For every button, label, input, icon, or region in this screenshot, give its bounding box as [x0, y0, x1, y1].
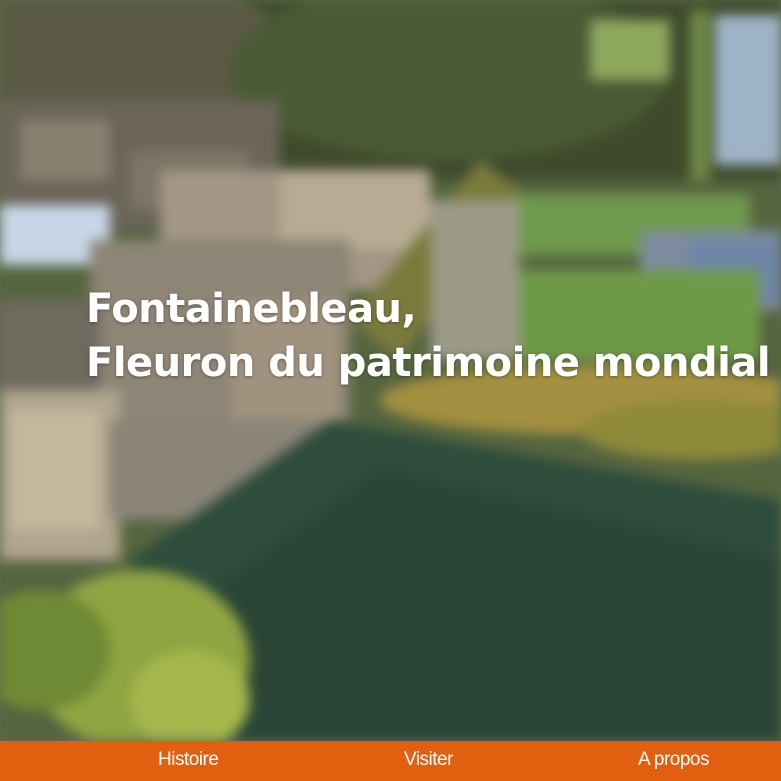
page-title-line1: Fontainebleau, [86, 286, 417, 332]
nav-item-a-propos[interactable]: A propos [638, 741, 710, 781]
page-title-line2: Fleuron du patrimoine mondial [86, 340, 771, 386]
nav-item-histoire[interactable]: Histoire [158, 741, 219, 781]
nav-item-visiter[interactable]: Visiter [404, 741, 453, 781]
bottom-navigation-bar: Histoire Visiter A propos [0, 741, 781, 781]
hero-banner: Fontainebleau, Fleuron du patrimoine mon… [0, 0, 781, 741]
page-title: Fontainebleau, Fleuron du patrimoine mon… [86, 282, 771, 390]
